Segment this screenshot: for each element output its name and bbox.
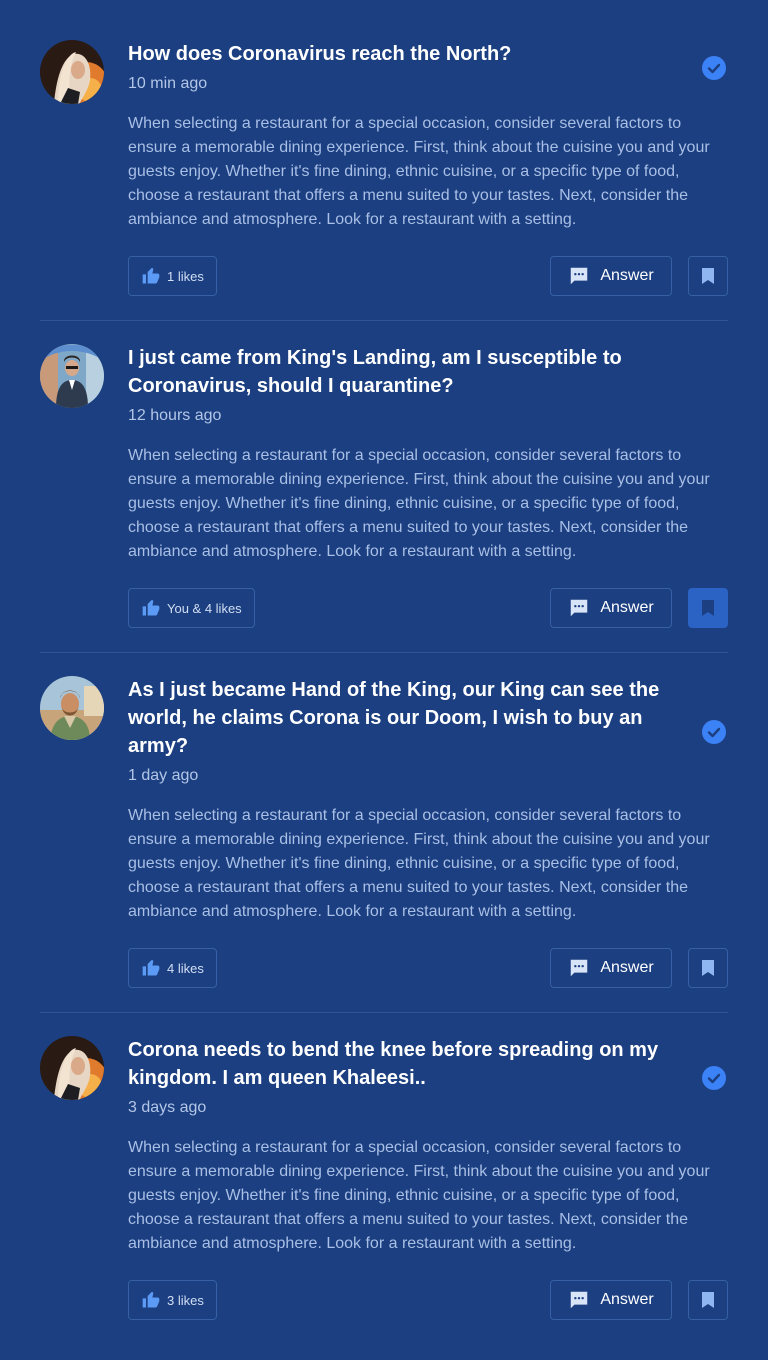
answer-label: Answer [600,1291,654,1308]
bookmark-button[interactable] [688,1280,728,1320]
post-timestamp: 3 days ago [128,1099,207,1116]
answer-button[interactable]: Answer [550,1280,672,1320]
post-title[interactable]: Corona needs to bend the knee before spr… [128,1036,676,1092]
post-body: When selecting a restaurant for a specia… [128,1139,710,1252]
post-card: Corona needs to bend the knee before spr… [40,0,728,1360]
verified-check-icon [702,1066,726,1090]
thumbs-up-icon [142,1291,160,1308]
like-button[interactable]: 3 likes [128,1280,217,1320]
like-count: 3 likes [167,1292,204,1308]
bookmark-icon [702,1292,714,1308]
avatar[interactable] [40,1036,104,1100]
comment-icon [571,1291,588,1309]
